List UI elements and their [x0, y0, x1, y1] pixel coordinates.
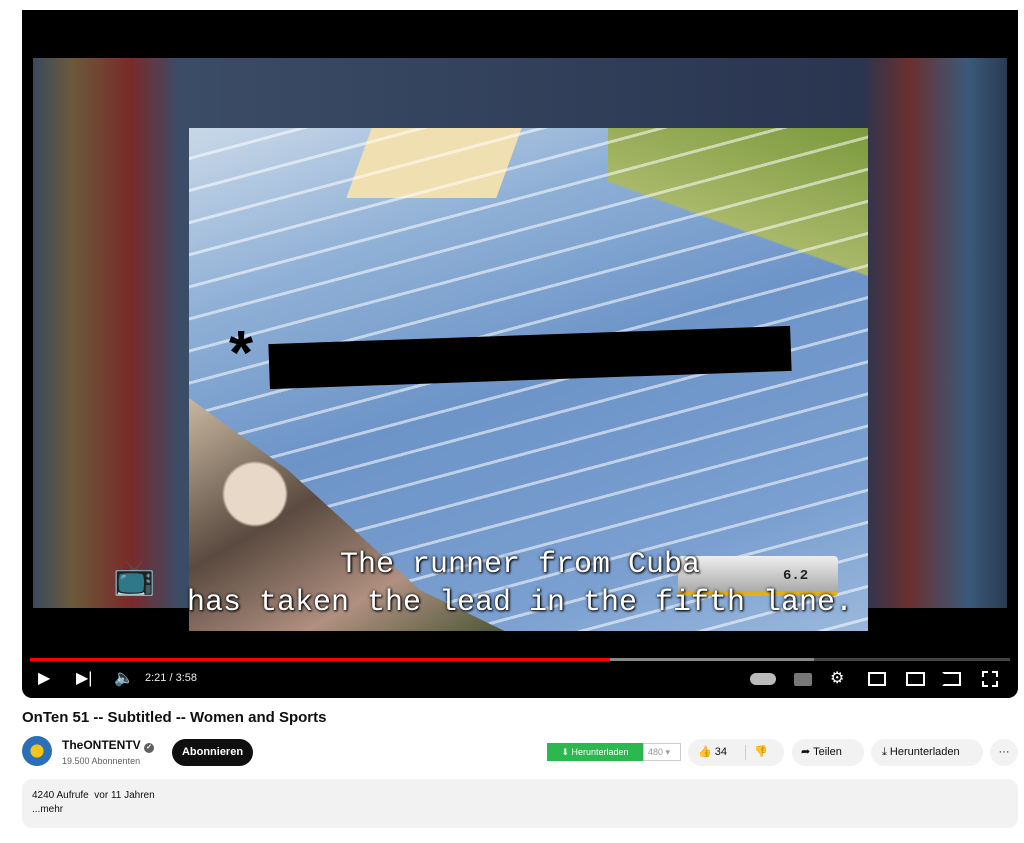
channel-name[interactable]: TheONTENTV ✓ [62, 738, 155, 753]
asterisk-mark: * [229, 319, 254, 388]
subtitles-icon[interactable] [794, 673, 812, 686]
played-bar [30, 658, 611, 661]
miniplayer-icon[interactable] [868, 672, 886, 686]
subscriber-count: 19.500 Abonnenten [62, 756, 141, 766]
quality-select[interactable]: 480 ▾ [643, 743, 681, 761]
progress-bar[interactable] [30, 658, 1010, 661]
video-frame[interactable]: * 6.2 📺 [33, 58, 1007, 631]
download-icon: ⤓ [882, 746, 890, 758]
thumbs-up-icon: 👍 [698, 746, 712, 758]
video-player[interactable]: * 6.2 📺 The runner from Cuba has taken t… [22, 10, 1018, 698]
extension-download-label: Herunterladen [571, 747, 629, 757]
thumbs-down-icon: 👎 [754, 746, 768, 758]
next-icon[interactable]: ▶| [76, 668, 92, 690]
share-icon: ➦ [801, 746, 814, 758]
subtitle-line-2: has taken the lead in the fifth lane. [186, 586, 854, 620]
theater-icon[interactable] [906, 672, 925, 686]
cast-icon[interactable] [942, 672, 961, 686]
like-button[interactable]: 👍 34 [698, 739, 744, 766]
quality-value: 480 [648, 747, 664, 757]
channel-avatar[interactable] [22, 736, 52, 766]
time-display: 2:21 / 3:58 [145, 672, 197, 684]
view-stats: 4240 Aufrufe vor 11 Jahren [32, 790, 155, 801]
fullscreen-icon[interactable] [982, 671, 998, 687]
description-box[interactable]: 4240 Aufrufe vor 11 Jahren ...mehr [22, 779, 1018, 828]
autoplay-toggle-icon[interactable] [750, 673, 776, 685]
verified-icon: ✓ [144, 743, 155, 753]
control-bar: ▶ ▶| 🔈 2:21 / 3:58 ⚙ [22, 668, 1018, 694]
like-count: 34 [714, 746, 728, 758]
video-title: OnTen 51 -- Subtitled -- Women and Sport… [22, 709, 327, 726]
like-dislike-group: 👍 34 👎 [688, 739, 784, 766]
subtitle-line-1: The runner from Cuba [339, 548, 701, 582]
download-label: Herunterladen [889, 746, 960, 758]
dislike-button[interactable]: 👎 [754, 739, 768, 766]
volume-icon[interactable]: 🔈 [114, 668, 134, 690]
extension-download-button[interactable]: ⬇ Herunterladen [547, 743, 643, 761]
channel-name-text[interactable]: TheONTENTV [62, 738, 141, 752]
chevron-down-icon: ▾ [665, 747, 671, 757]
settings-icon[interactable]: ⚙ [830, 668, 844, 690]
download-button[interactable]: ⤓ Herunterladen [871, 739, 983, 766]
show-more-link[interactable]: ...mehr [32, 804, 1008, 815]
subscribe-button[interactable]: Abonnieren [172, 739, 253, 766]
more-actions-button[interactable]: ··· [990, 739, 1018, 766]
play-icon[interactable]: ▶ [38, 668, 50, 690]
share-button[interactable]: ➦ Teilen [792, 739, 864, 766]
share-label: Teilen [813, 746, 842, 758]
download-arrow-icon: ⬇ [561, 747, 572, 757]
